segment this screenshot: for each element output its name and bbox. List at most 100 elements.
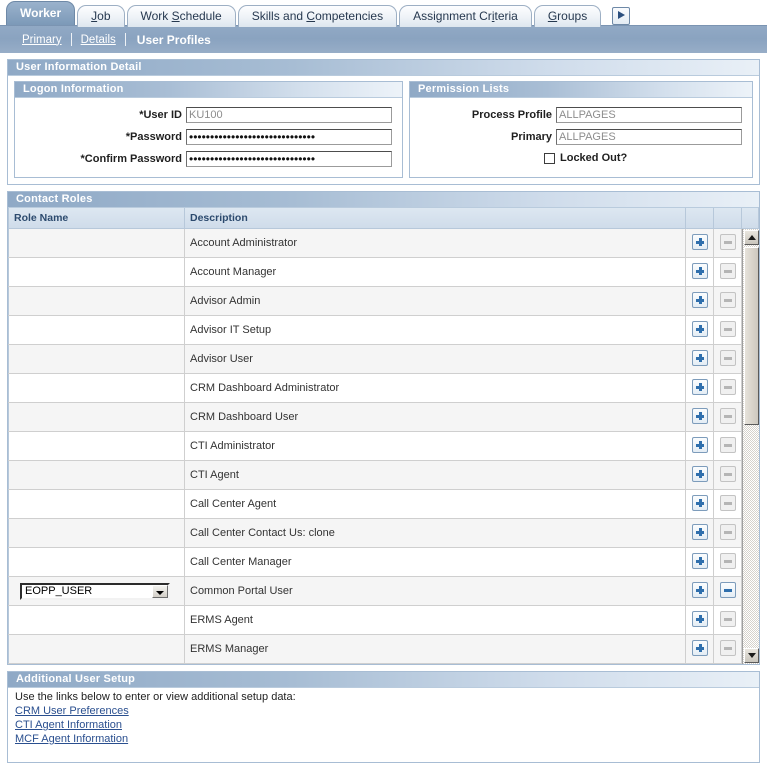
table-row: Account Administrator xyxy=(8,228,759,664)
tab-work-schedule[interactable]: Work Schedule xyxy=(126,5,236,27)
subnav-link-details[interactable]: Details xyxy=(81,34,116,46)
user-id-label: *User ID xyxy=(139,109,182,121)
cell-add-row xyxy=(685,228,714,258)
cell-role-name xyxy=(8,634,185,664)
tab-assignment-criteria[interactable]: Assignment Criteria xyxy=(399,5,532,27)
plus-icon[interactable] xyxy=(691,523,708,540)
tab-skills-accel: C xyxy=(306,9,316,23)
contact-roles-grid: Role Name Description Account Administra… xyxy=(8,208,759,664)
sub-navigation-bar: Primary Details User Profiles xyxy=(0,25,767,53)
role-name-select[interactable]: EOPP_USER xyxy=(20,582,170,600)
minus-icon xyxy=(719,639,736,656)
plus-icon[interactable] xyxy=(691,639,708,656)
cell-description: ERMS Agent xyxy=(184,605,686,635)
cell-remove-row xyxy=(713,431,742,461)
plus-icon[interactable] xyxy=(691,552,708,569)
cell-add-row xyxy=(685,373,714,403)
tab-job[interactable]: Job xyxy=(77,5,125,27)
cell-role-name xyxy=(8,228,185,258)
plus-icon[interactable] xyxy=(691,581,708,598)
primary-permission-label: Primary xyxy=(511,131,552,143)
subnav-divider-2 xyxy=(124,33,126,46)
column-header-role-name[interactable]: Role Name xyxy=(8,208,185,229)
cell-remove-row xyxy=(713,373,742,403)
plus-icon[interactable] xyxy=(691,349,708,366)
cell-remove-row xyxy=(713,489,742,519)
plus-icon[interactable] xyxy=(691,465,708,482)
cell-description: Account Administrator xyxy=(184,228,686,258)
contact-roles-panel: Contact Roles Role Name Description Acco… xyxy=(7,191,760,665)
cell-description: Advisor Admin xyxy=(184,286,686,316)
tab-groups[interactable]: Groups xyxy=(533,5,602,27)
grid-scrollbar[interactable] xyxy=(742,229,759,664)
scrollbar-thumb[interactable] xyxy=(744,247,759,425)
cell-add-row xyxy=(685,431,714,461)
cell-remove-row xyxy=(713,605,742,635)
table-row: Advisor User xyxy=(8,344,759,374)
plus-icon[interactable] xyxy=(691,262,708,279)
process-profile-field[interactable] xyxy=(556,107,742,123)
minus-icon xyxy=(719,494,736,511)
minus-icon xyxy=(719,262,736,279)
minus-icon xyxy=(719,465,736,482)
additional-user-setup-body: Use the links below to enter or view add… xyxy=(8,688,759,762)
plus-icon[interactable] xyxy=(691,378,708,395)
cell-add-row xyxy=(685,257,714,287)
password-label: *Password xyxy=(125,131,182,143)
plus-icon[interactable] xyxy=(691,494,708,511)
plus-icon[interactable] xyxy=(691,610,708,627)
cell-description: Call Center Manager xyxy=(184,547,686,577)
scroll-up-arrow-icon[interactable] xyxy=(744,230,759,245)
minus-icon xyxy=(719,436,736,453)
plus-icon[interactable] xyxy=(691,233,708,250)
plus-icon[interactable] xyxy=(691,407,708,424)
minus-icon[interactable] xyxy=(719,581,736,598)
tab-skills-and-competencies[interactable]: Skills and Competencies xyxy=(237,5,398,27)
cell-description: CTI Agent xyxy=(184,460,686,490)
table-row: Advisor Admin xyxy=(8,286,759,316)
cell-description: Call Center Agent xyxy=(184,489,686,519)
link-crm-user-preferences[interactable]: CRM User Preferences xyxy=(15,705,752,717)
minus-icon xyxy=(719,552,736,569)
confirm-password-label: *Confirm Password xyxy=(80,153,182,165)
user-information-detail-body: Logon Information *User ID *Password xyxy=(8,76,759,184)
cell-add-row xyxy=(685,634,714,664)
cell-role-name xyxy=(8,460,185,490)
plus-icon[interactable] xyxy=(691,436,708,453)
plus-icon[interactable] xyxy=(691,320,708,337)
password-field[interactable] xyxy=(186,129,392,145)
right-arrow-icon[interactable] xyxy=(612,7,631,25)
table-row: CRM Dashboard Administrator xyxy=(8,373,759,403)
chevron-down-icon[interactable] xyxy=(152,584,168,598)
primary-permission-field[interactable] xyxy=(556,129,742,145)
scroll-down-arrow-icon[interactable] xyxy=(744,647,759,663)
confirm-password-field[interactable] xyxy=(186,151,392,167)
grid-header-row: Role Name Description xyxy=(8,208,759,229)
cell-description: ERMS Manager xyxy=(184,634,686,664)
plus-icon[interactable] xyxy=(691,291,708,308)
tab-work-schedule-label: Work xyxy=(140,9,172,23)
cell-description: Call Center Contact Us: clone xyxy=(184,518,686,548)
locked-out-checkbox[interactable] xyxy=(544,152,555,164)
grid-body: Account Administrator Account Manager Advi… xyxy=(8,228,759,664)
cell-add-row xyxy=(685,344,714,374)
user-id-field[interactable] xyxy=(186,107,392,123)
locked-out-row: Locked Out? xyxy=(414,152,742,164)
cell-description: Common Portal User xyxy=(184,576,686,606)
cell-remove-row xyxy=(713,315,742,345)
cell-role-name xyxy=(8,402,185,432)
link-cti-agent-information[interactable]: CTI Agent Information xyxy=(15,719,752,731)
cell-description: Account Manager xyxy=(184,257,686,287)
subnav-link-primary[interactable]: Primary xyxy=(22,34,62,46)
tab-worker[interactable]: Worker xyxy=(6,1,76,25)
permission-lists-body: Process Profile Primary Locked Out? xyxy=(410,98,752,174)
tab-job-label: ob xyxy=(97,9,111,23)
logon-information-panel: Logon Information *User ID *Password xyxy=(14,81,403,178)
link-mcf-agent-information[interactable]: MCF Agent Information xyxy=(15,733,752,745)
cell-scrollbar xyxy=(741,228,759,664)
table-row: CTI Administrator xyxy=(8,431,759,461)
cell-remove-row xyxy=(713,257,742,287)
cell-description: CTI Administrator xyxy=(184,431,686,461)
column-header-description[interactable]: Description xyxy=(184,208,686,229)
cell-add-row xyxy=(685,518,714,548)
